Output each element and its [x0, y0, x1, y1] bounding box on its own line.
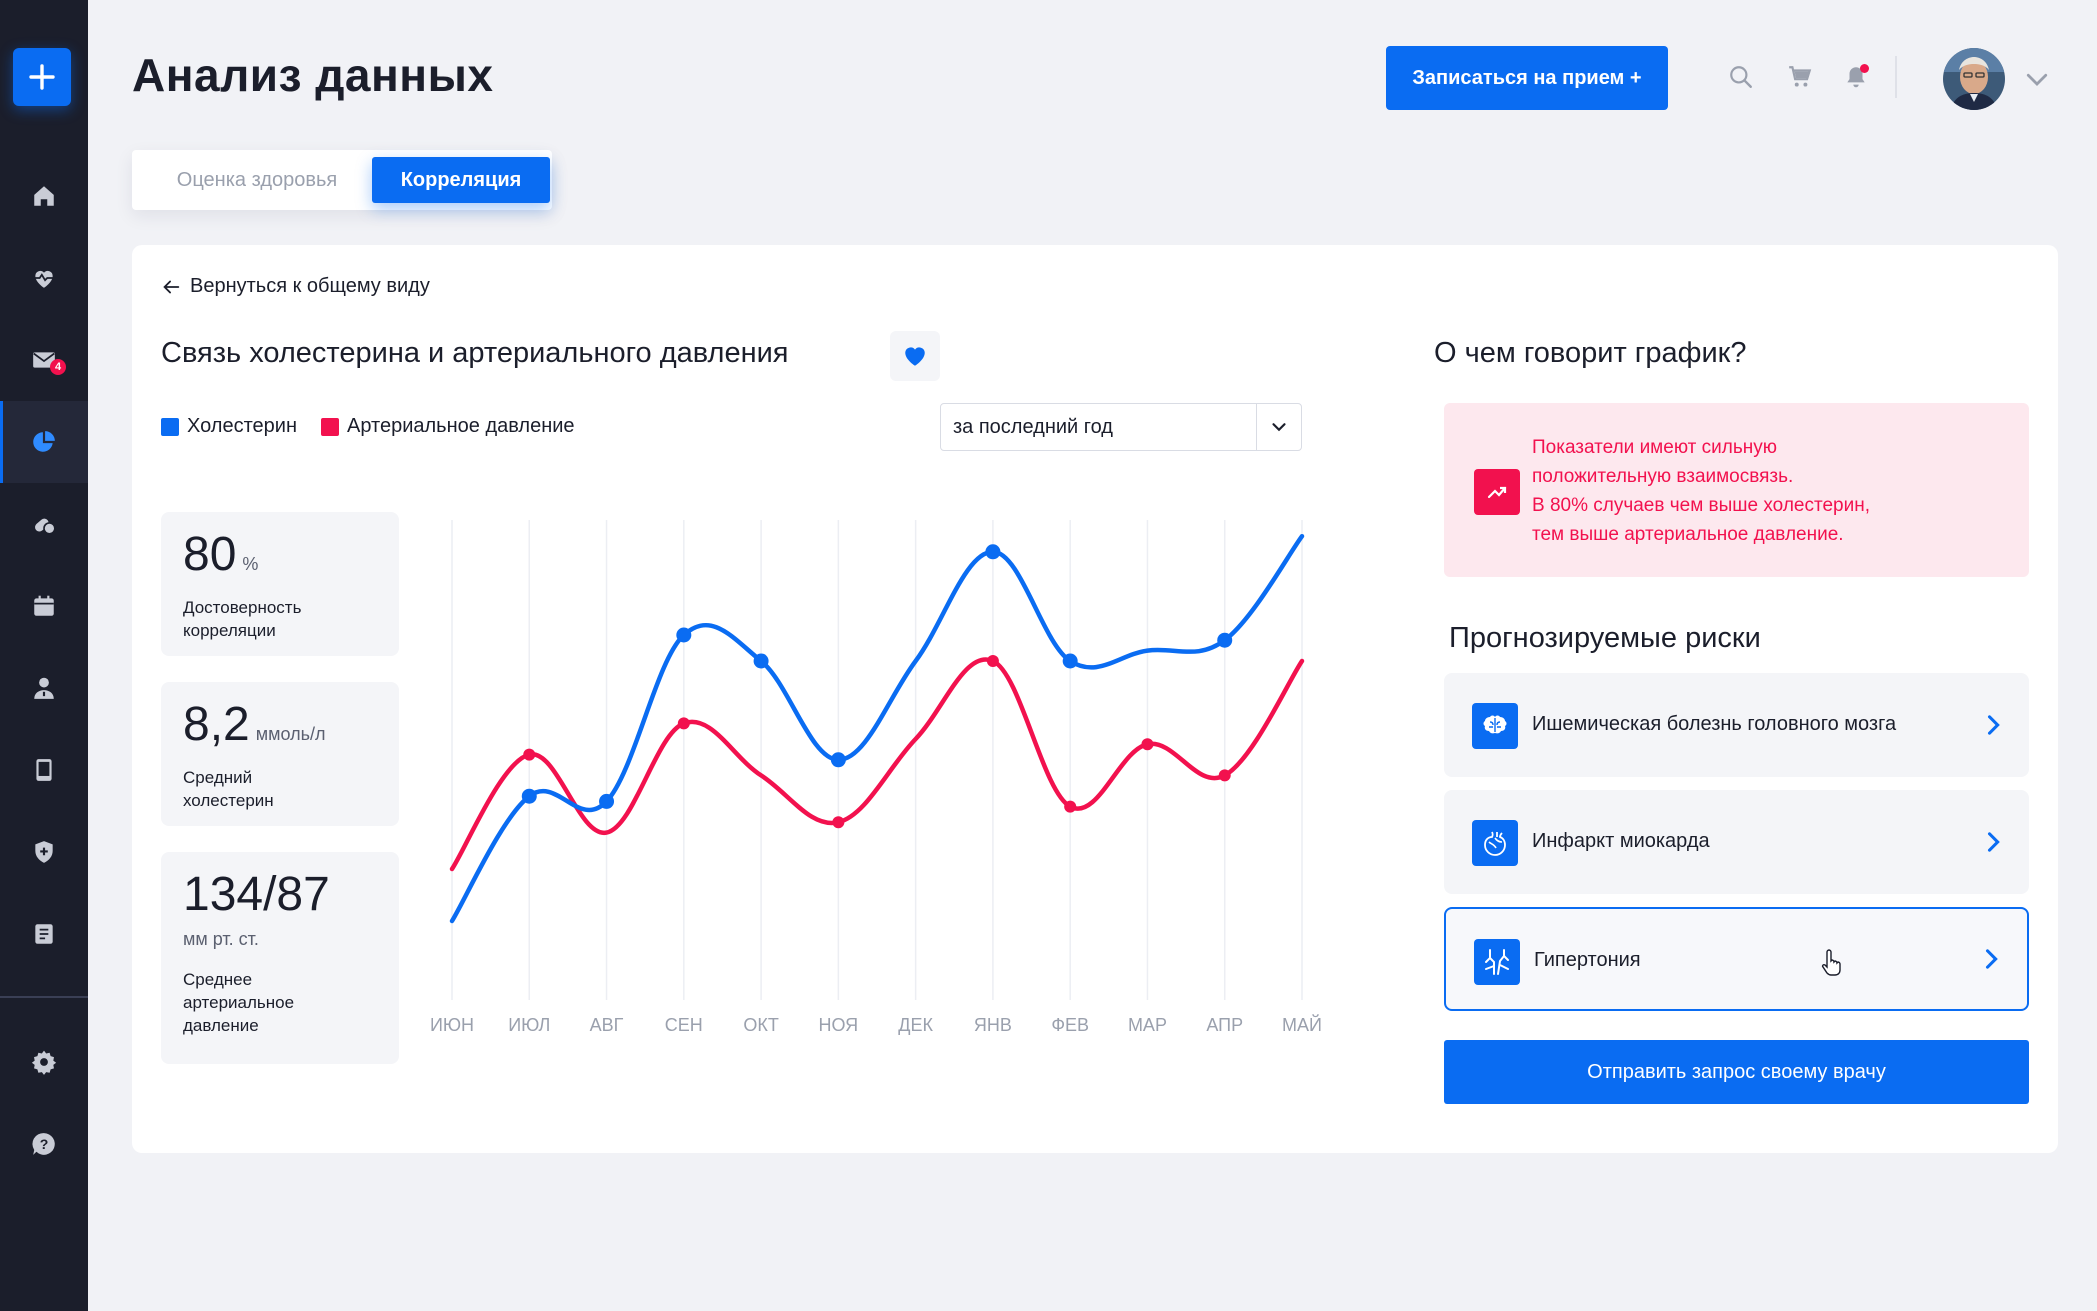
data-point-cholesterol[interactable] [985, 544, 1001, 560]
view-tabs: Оценка здоровья Корреляция [132, 150, 552, 210]
sidebar-item-messages[interactable]: 4 [0, 319, 88, 401]
search-icon [1730, 66, 1752, 88]
chevron-right-icon [1987, 715, 2000, 735]
data-point-cholesterol[interactable] [830, 752, 846, 768]
x-tick-label: ФЕВ [1051, 1015, 1089, 1035]
messages-badge: 4 [50, 359, 66, 375]
add-button[interactable] [13, 48, 71, 106]
insight-text: Показатели имеют сильную положительную в… [1532, 433, 1992, 549]
book-icon [35, 924, 53, 944]
trend-up-icon [1474, 469, 1520, 515]
sidebar-item-help[interactable]: ? [0, 1103, 88, 1185]
doctor-icon [34, 677, 54, 699]
chevron-down-icon[interactable] [2022, 64, 2052, 94]
series-line-pressure [449, 657, 1305, 872]
heart-pulse-icon [35, 270, 53, 288]
pie-chart-icon [33, 431, 55, 452]
x-tick-label: ДЕК [898, 1015, 933, 1035]
tablet-icon [36, 759, 52, 781]
x-tick-label: ЯНВ [974, 1015, 1012, 1035]
sidebar-item-settings[interactable] [0, 1021, 88, 1103]
send-request-button[interactable]: Отправить запрос своему врачу [1444, 1040, 2029, 1104]
home-icon [34, 186, 54, 206]
search-button[interactable] [1726, 62, 1756, 92]
chart-explanation-title: О чем говорит график? [1434, 337, 1747, 369]
risk-label: Ишемическая болезнь головного мозга [1532, 713, 1897, 735]
tab-correlation[interactable]: Корреляция [372, 157, 550, 203]
data-point-cholesterol[interactable] [599, 793, 615, 809]
x-tick-label: АВГ [590, 1015, 624, 1035]
pills-icon [35, 518, 56, 535]
gear-icon [31, 1050, 57, 1075]
series-line-cholesterol [449, 533, 1305, 924]
insight-line: Показатели имеют сильную [1532, 437, 1777, 458]
hand-cursor-icon [1821, 949, 1841, 976]
cart-icon [1789, 66, 1812, 87]
help-icon: ? [32, 1133, 55, 1155]
insight-line: тем выше артериальное давление. [1532, 524, 1844, 545]
x-tick-label: СЕН [665, 1015, 703, 1035]
risk-label: Инфаркт миокарда [1532, 830, 1710, 852]
x-tick-label: ИЮН [430, 1015, 474, 1035]
data-point-cholesterol[interactable] [521, 788, 537, 804]
plus-icon [29, 64, 55, 90]
shield-plus-icon [35, 841, 53, 863]
page-title: Анализ данных [132, 49, 494, 101]
analysis-card: Вернуться к общему виду Связь холестерин… [132, 245, 2058, 1153]
header-divider [1895, 56, 1897, 98]
notifications-button[interactable] [1841, 62, 1871, 92]
data-point-pressure[interactable] [523, 748, 536, 761]
notification-dot [1860, 64, 1869, 73]
book-appointment-button[interactable]: Записаться на прием + [1386, 46, 1668, 110]
data-point-pressure[interactable] [1218, 769, 1231, 782]
sidebar-divider [0, 996, 88, 998]
data-point-pressure[interactable] [677, 717, 690, 730]
x-tick-label: МАР [1128, 1015, 1167, 1035]
chevron-right-icon [1987, 832, 2000, 852]
sidebar: 4 ? [0, 0, 88, 1311]
sidebar-item-calendar[interactable] [0, 565, 88, 647]
vessels-icon [1474, 939, 1520, 985]
data-point-pressure[interactable] [832, 816, 845, 829]
x-tick-label: АПР [1206, 1015, 1243, 1035]
calendar-icon [34, 595, 54, 616]
risk-item-heart[interactable]: Инфаркт миокарда [1444, 790, 2029, 894]
x-tick-label: МАЙ [1282, 1014, 1322, 1035]
data-point-pressure[interactable] [1141, 738, 1154, 751]
data-point-pressure[interactable] [986, 655, 999, 667]
x-tick-label: НОЯ [819, 1015, 859, 1035]
cart-button[interactable] [1785, 62, 1815, 92]
sidebar-item-home[interactable] [0, 155, 88, 237]
sidebar-item-analytics[interactable] [0, 401, 88, 483]
data-point-cholesterol[interactable] [1062, 653, 1078, 669]
data-point-cholesterol[interactable] [676, 627, 692, 643]
insight-line: В 80% случаев чем выше холестерин, [1532, 495, 1870, 516]
sidebar-item-devices[interactable] [0, 729, 88, 811]
risk-item-hypertension[interactable]: Гипертония [1444, 907, 2029, 1011]
brain-icon [1472, 703, 1518, 749]
tab-health-assessment[interactable]: Оценка здоровья [142, 157, 372, 203]
sidebar-item-medications[interactable] [0, 483, 88, 565]
data-point-pressure[interactable] [1064, 800, 1077, 813]
insight-box: Показатели имеют сильную положительную в… [1444, 403, 2029, 577]
heart-organ-icon [1472, 820, 1518, 866]
avatar[interactable] [1943, 48, 2005, 110]
sidebar-item-health[interactable] [0, 237, 88, 319]
risks-title: Прогнозируемые риски [1449, 622, 1761, 654]
risk-item-brain[interactable]: Ишемическая болезнь головного мозга [1444, 673, 2029, 777]
x-tick-label: ОКТ [743, 1015, 778, 1035]
x-tick-label: ИЮЛ [508, 1015, 550, 1035]
risk-label: Гипертония [1534, 949, 1641, 971]
sidebar-item-records[interactable] [0, 893, 88, 975]
sidebar-item-doctors[interactable] [0, 647, 88, 729]
sidebar-item-insurance[interactable] [0, 811, 88, 893]
chevron-right-icon [1985, 949, 1998, 969]
data-point-cholesterol[interactable] [753, 653, 769, 669]
user-photo-icon [1943, 48, 2005, 110]
data-point-cholesterol[interactable] [1217, 632, 1233, 648]
insight-line: положительную взаимосвязь. [1532, 466, 1794, 487]
svg-text:?: ? [40, 1136, 49, 1152]
